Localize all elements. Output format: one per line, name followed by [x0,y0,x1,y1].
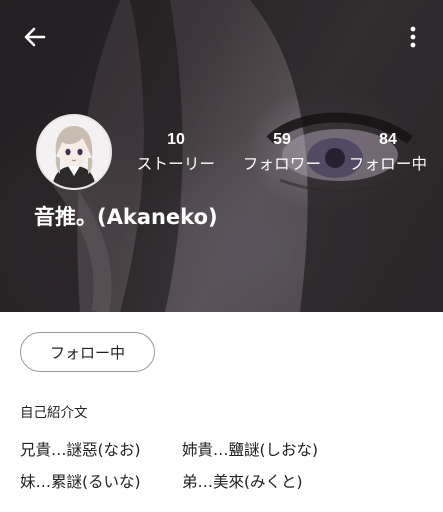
stat-stories-label: ストーリー [136,155,216,173]
stat-followers-count: 59 [273,131,291,148]
character-avatar-image [38,116,110,188]
arrow-left-icon[interactable] [22,24,48,50]
bio-heading: 自己紹介文 [20,405,88,421]
stat-followers[interactable]: 59 フォロワー [232,130,332,175]
avatar[interactable] [36,114,112,190]
stat-following[interactable]: 84 フォロー中 [338,130,438,175]
stat-stories-count: 10 [167,131,185,148]
stat-followers-label: フォロワー [242,155,322,173]
stat-stories[interactable]: 10 ストーリー [126,130,226,175]
stat-following-label: フォロー中 [348,155,428,173]
stat-following-count: 84 [379,131,397,148]
more-vertical-icon[interactable] [401,24,425,50]
profile-name: 音推。(Akaneko) [34,205,218,229]
following-button[interactable]: フォロー中 [20,332,155,372]
bio-line: 弟…美來(みくと) [182,473,303,491]
bio-line: 兄貴…謎惡(なお) [20,441,141,459]
bio-line: 妹…累謎(るいな) [20,473,141,491]
bio-line: 姉貴…鹽謎(しおな) [182,441,319,459]
